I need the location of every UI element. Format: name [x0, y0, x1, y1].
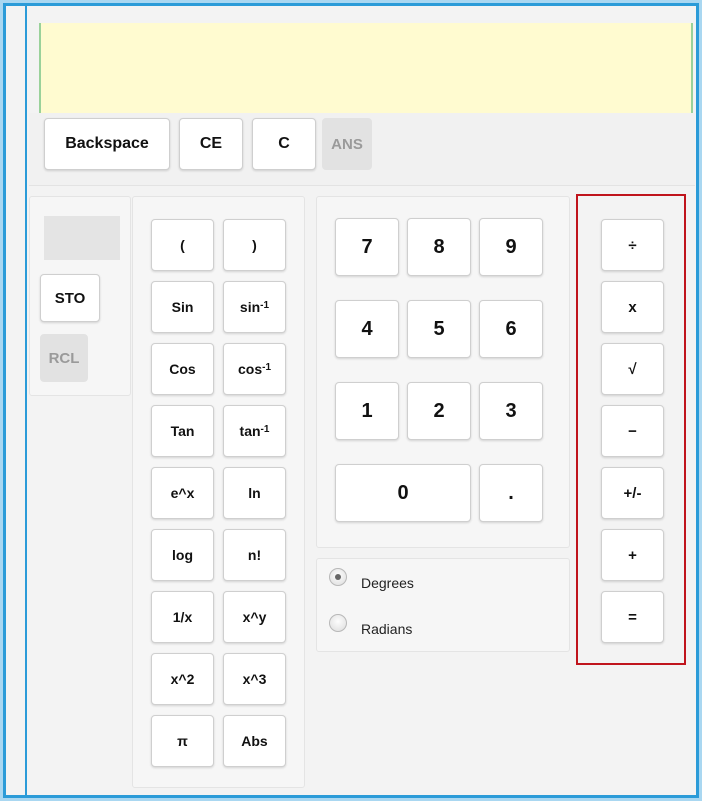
digit-5-button[interactable]: 5 — [407, 300, 471, 358]
square-button[interactable]: x^2 — [151, 653, 214, 705]
degrees-option[interactable]: Degrees — [329, 568, 414, 592]
open-paren-button[interactable]: ( — [151, 219, 214, 271]
abs-button[interactable]: Abs — [223, 715, 286, 767]
digit-6-button[interactable]: 6 — [479, 300, 543, 358]
ans-button[interactable]: ANS — [322, 118, 372, 170]
arcsin-label: sin — [239, 299, 261, 315]
decimal-point-button[interactable]: . — [479, 464, 543, 522]
exp-button[interactable]: e^x — [151, 467, 214, 519]
arccos-button[interactable]: cos -1 — [223, 343, 286, 395]
memory-value-display — [44, 216, 120, 260]
arccos-exponent: -1 — [262, 361, 272, 373]
frame-divider — [25, 3, 27, 798]
arccos-label: cos — [237, 361, 263, 377]
power-button[interactable]: x^y — [223, 591, 286, 643]
arctan-button[interactable]: tan -1 — [223, 405, 286, 457]
digit-0-button[interactable]: 0 — [335, 464, 471, 522]
cos-button[interactable]: Cos — [151, 343, 214, 395]
radians-label: Radians — [361, 621, 413, 637]
factorial-button[interactable]: n! — [223, 529, 286, 581]
ln-button[interactable]: ln — [223, 467, 286, 519]
digit-2-button[interactable]: 2 — [407, 382, 471, 440]
arcsin-exponent: -1 — [260, 299, 270, 311]
reciprocal-button[interactable]: 1/x — [151, 591, 214, 643]
close-paren-button[interactable]: ) — [223, 219, 286, 271]
arctan-label: tan — [239, 423, 261, 439]
log-button[interactable]: log — [151, 529, 214, 581]
digit-3-button[interactable]: 3 — [479, 382, 543, 440]
clear-button[interactable]: C — [252, 118, 316, 170]
arcsin-button[interactable]: sin -1 — [223, 281, 286, 333]
sin-button[interactable]: Sin — [151, 281, 214, 333]
backspace-button[interactable]: Backspace — [44, 118, 170, 170]
radians-option[interactable]: Radians — [329, 614, 413, 638]
cube-button[interactable]: x^3 — [223, 653, 286, 705]
digit-1-button[interactable]: 1 — [335, 382, 399, 440]
digit-9-button[interactable]: 9 — [479, 218, 543, 276]
degrees-label: Degrees — [361, 575, 414, 591]
tan-button[interactable]: Tan — [151, 405, 214, 457]
recall-button[interactable]: RCL — [40, 334, 88, 382]
digit-8-button[interactable]: 8 — [407, 218, 471, 276]
calculator-display — [39, 23, 693, 113]
radians-radio[interactable] — [329, 614, 347, 632]
digit-4-button[interactable]: 4 — [335, 300, 399, 358]
store-button[interactable]: STO — [40, 274, 100, 322]
operator-highlight-box — [576, 194, 686, 665]
arctan-exponent: -1 — [260, 423, 270, 435]
pi-button[interactable]: π — [151, 715, 214, 767]
digit-7-button[interactable]: 7 — [335, 218, 399, 276]
degrees-radio[interactable] — [329, 568, 347, 586]
clear-entry-button[interactable]: CE — [179, 118, 243, 170]
